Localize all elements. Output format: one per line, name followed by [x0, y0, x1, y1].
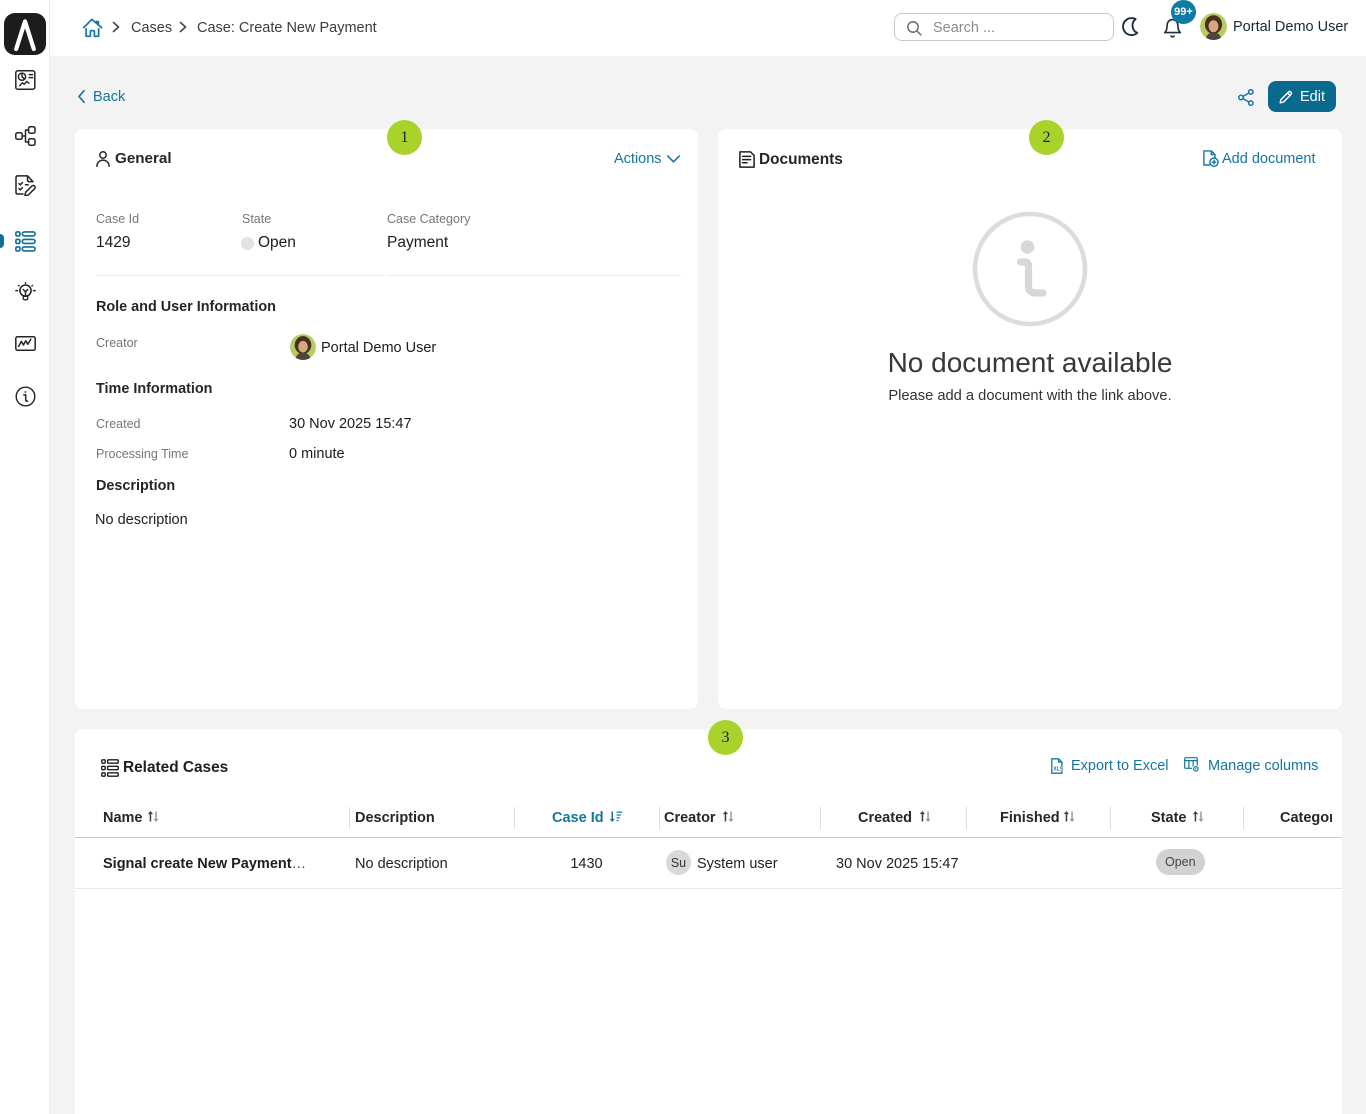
svg-text:XLS: XLS [1053, 766, 1064, 772]
